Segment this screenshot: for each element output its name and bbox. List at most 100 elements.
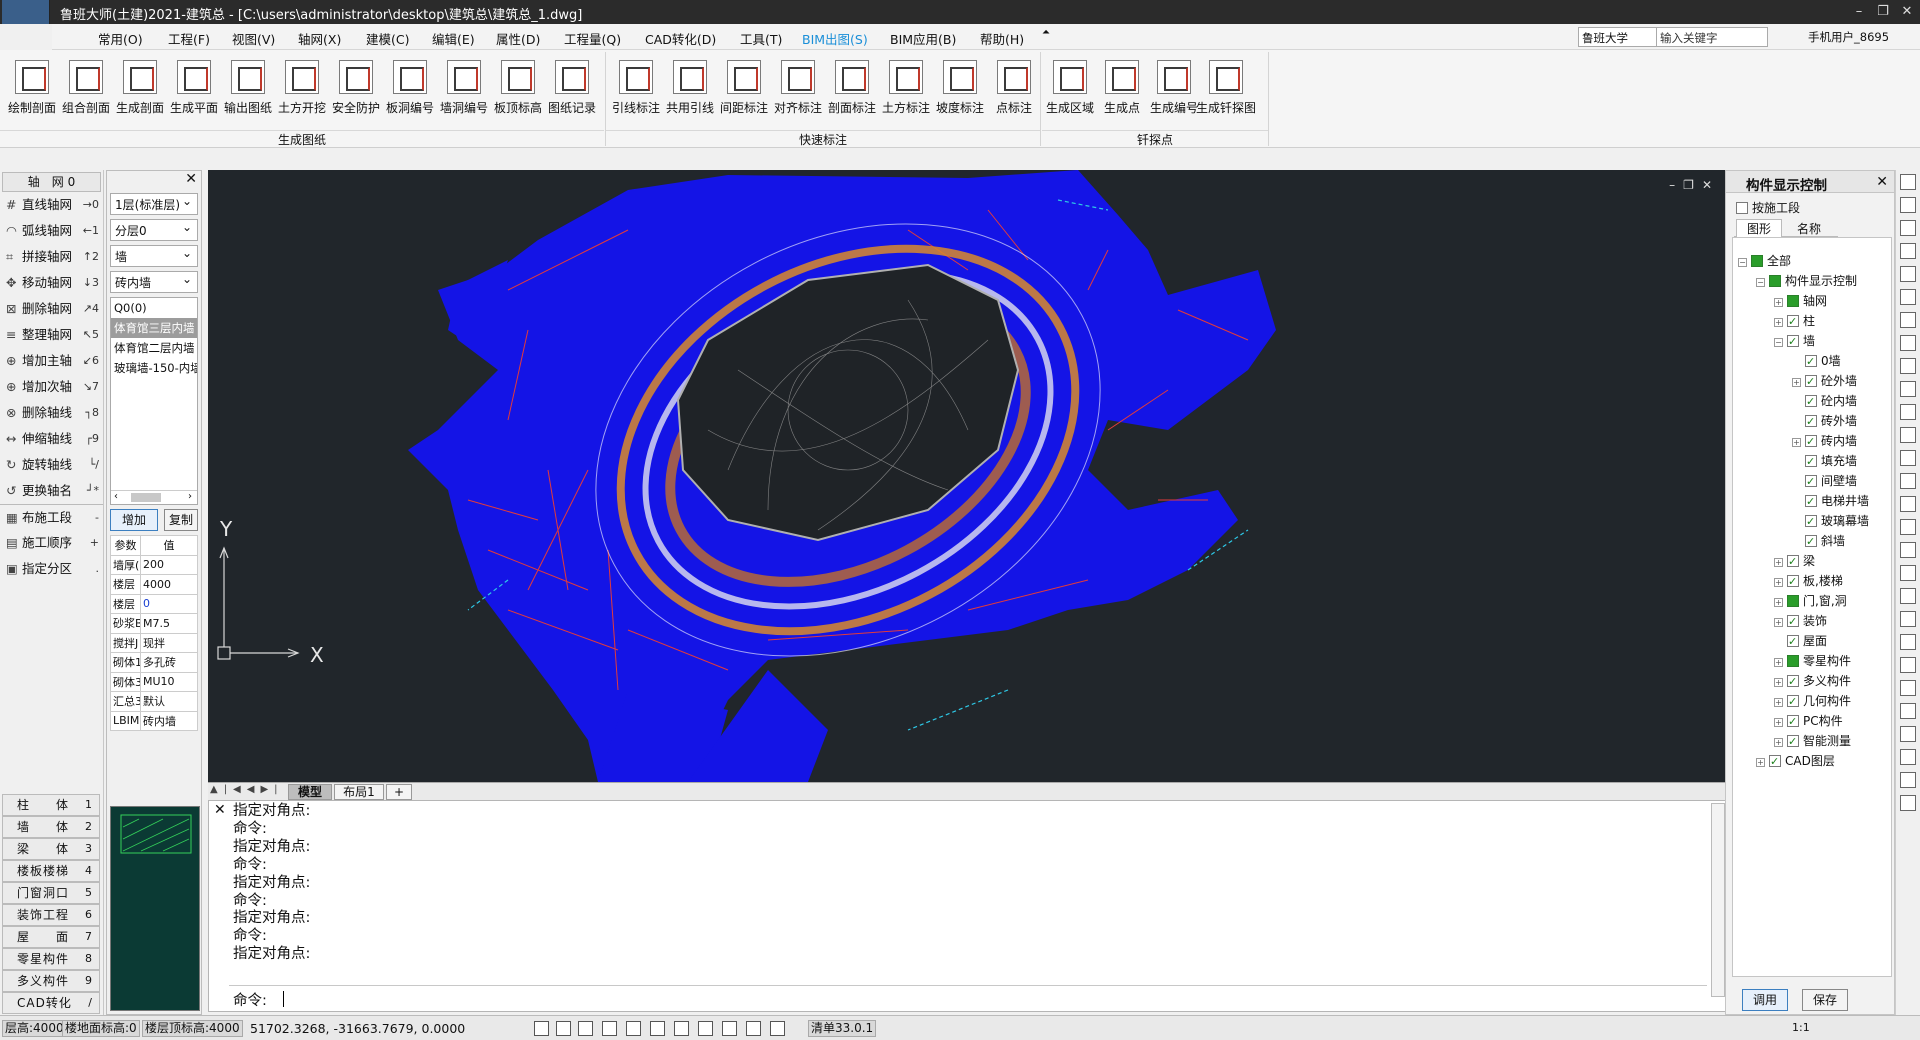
axis-tool-item[interactable]: ▤ 施工顺序 + bbox=[0, 530, 103, 556]
tab-model[interactable]: 模型 bbox=[288, 784, 332, 800]
viewport-close-icon[interactable]: ✕ bbox=[1702, 178, 1720, 192]
menu-item-3[interactable]: 轴网(X) bbox=[298, 29, 341, 48]
axis-panel-header[interactable]: 轴 网 0 bbox=[2, 172, 101, 192]
menu-item-4[interactable]: 建模(C) bbox=[366, 29, 409, 48]
expand-icon[interactable]: + bbox=[1792, 378, 1801, 387]
expand-icon[interactable]: + bbox=[1774, 678, 1783, 687]
by-section-checkbox[interactable]: 按施工段 bbox=[1736, 199, 1800, 216]
category-item[interactable]: 多义构件 9 bbox=[2, 970, 100, 992]
side-tool-icon[interactable] bbox=[1900, 749, 1916, 765]
collapse-icon[interactable]: − bbox=[1738, 258, 1747, 267]
axis-tool-item[interactable]: ▣ 指定分区. bbox=[0, 556, 103, 582]
tree-node[interactable]: 0墙 bbox=[1738, 351, 1894, 372]
axis-tool-item[interactable]: ⌗ 拼接轴网 ↑2 bbox=[0, 244, 103, 270]
param-value[interactable]: 200 bbox=[140, 554, 198, 575]
tree-checkbox[interactable] bbox=[1787, 612, 1799, 632]
tree-checkbox[interactable] bbox=[1805, 532, 1817, 552]
tree-checkbox[interactable] bbox=[1805, 432, 1817, 452]
expand-icon[interactable]: + bbox=[1774, 618, 1783, 627]
tree-checkbox[interactable] bbox=[1787, 572, 1799, 592]
expand-icon[interactable]: + bbox=[1774, 598, 1783, 607]
tree-checkbox[interactable] bbox=[1805, 412, 1817, 432]
tree-checkbox[interactable] bbox=[1805, 512, 1817, 532]
param-row[interactable]: LBIM 砖内墙 bbox=[110, 710, 198, 731]
subtype-select[interactable]: 砖内墙 bbox=[110, 271, 198, 293]
tree-node[interactable]: 间壁墙 bbox=[1738, 471, 1894, 492]
category-item[interactable]: 楼板楼梯 4 bbox=[2, 860, 100, 882]
tree-node[interactable]: + 几何构件 bbox=[1738, 691, 1894, 712]
param-row[interactable]: 砂浆B M7.5 bbox=[110, 613, 198, 634]
expand-icon[interactable]: + bbox=[1774, 298, 1783, 307]
param-row[interactable]: 墙厚(200 bbox=[110, 554, 198, 575]
side-tool-icon[interactable] bbox=[1900, 496, 1916, 512]
param-row[interactable]: 楼层 4000 bbox=[110, 574, 198, 595]
expand-icon[interactable] bbox=[1792, 356, 1801, 365]
type-select[interactable]: 墙 bbox=[110, 245, 198, 267]
tree-node[interactable]: + 板,楼梯 bbox=[1738, 571, 1894, 592]
status-toggle-icon[interactable] bbox=[602, 1021, 617, 1036]
user-account[interactable]: 手机用户_8695 bbox=[1808, 29, 1889, 45]
tab-nav-arrows[interactable]: ▲|◀◀▶| bbox=[210, 784, 284, 795]
category-item[interactable]: 装饰工程 6 bbox=[2, 904, 100, 926]
axis-tool-item[interactable]: ⊕ 增加主轴 ↙6 bbox=[0, 348, 103, 374]
restore-button[interactable]: ❐ bbox=[1870, 2, 1896, 22]
add-button[interactable]: 增加 bbox=[110, 509, 158, 531]
status-toggle-icon[interactable] bbox=[746, 1021, 761, 1036]
scroll-right-icon[interactable]: › bbox=[188, 491, 192, 503]
tab-name[interactable]: 名称 bbox=[1786, 220, 1832, 237]
status-toggle-icon[interactable] bbox=[722, 1021, 737, 1036]
param-value[interactable]: 默认 bbox=[140, 691, 198, 712]
side-tool-icon[interactable] bbox=[1900, 703, 1916, 719]
menu-item-11[interactable]: BIM应用(B) bbox=[890, 29, 956, 48]
menu-item-2[interactable]: 视图(V) bbox=[232, 29, 275, 48]
viewport-restore-icon[interactable]: ❐ bbox=[1683, 178, 1702, 192]
side-tool-icon[interactable] bbox=[1900, 358, 1916, 374]
app-logo-icon[interactable] bbox=[2, 0, 50, 24]
status-toggle-icon[interactable] bbox=[556, 1021, 571, 1036]
menu-item-6[interactable]: 属性(D) bbox=[496, 29, 540, 48]
expand-icon[interactable]: + bbox=[1774, 578, 1783, 587]
tree-checkbox[interactable] bbox=[1787, 692, 1799, 712]
tree-node[interactable]: 砼内墙 bbox=[1738, 391, 1894, 412]
component-list-item[interactable]: 体育馆三层内墙 bbox=[111, 318, 197, 338]
ribbon-button-10[interactable]: 图纸记录 bbox=[544, 60, 600, 120]
status-floor-top[interactable]: 楼层顶标高:4000 bbox=[142, 1020, 243, 1037]
expand-icon[interactable]: + bbox=[1774, 558, 1783, 567]
tree-node[interactable]: + 多义构件 bbox=[1738, 671, 1894, 692]
command-scrollbar[interactable] bbox=[1711, 803, 1725, 997]
side-tool-icon[interactable] bbox=[1900, 542, 1916, 558]
status-toggle-icon[interactable] bbox=[626, 1021, 641, 1036]
tree-checkbox[interactable] bbox=[1787, 712, 1799, 732]
tree-checkbox[interactable] bbox=[1805, 392, 1817, 412]
axis-tool-item[interactable]: ≡ 整理轴网 ↖5 bbox=[0, 322, 103, 348]
tree-checkbox[interactable] bbox=[1787, 655, 1799, 667]
side-tool-icon[interactable] bbox=[1900, 266, 1916, 282]
expand-icon[interactable]: + bbox=[1774, 318, 1783, 327]
side-tool-icon[interactable] bbox=[1900, 289, 1916, 305]
collapse-icon[interactable]: − bbox=[1774, 338, 1783, 347]
ribbon-collapse-icon[interactable]: ⏶ bbox=[1042, 27, 1050, 38]
tree-checkbox[interactable] bbox=[1805, 452, 1817, 472]
close-panel-icon[interactable]: ✕ bbox=[1876, 174, 1888, 190]
tree-node[interactable]: −墙 bbox=[1738, 331, 1894, 352]
side-tool-icon[interactable] bbox=[1900, 772, 1916, 788]
expand-icon[interactable] bbox=[1792, 516, 1801, 525]
status-list-version[interactable]: 清单33.0.1 bbox=[808, 1020, 877, 1037]
param-value[interactable]: 砖内墙 bbox=[140, 710, 198, 731]
scroll-thumb[interactable] bbox=[131, 493, 161, 502]
category-item[interactable]: 屋 面 7 bbox=[2, 926, 100, 948]
category-item[interactable]: CAD转化 / bbox=[2, 992, 100, 1014]
menu-item-1[interactable]: 工程(F) bbox=[168, 29, 210, 48]
tree-checkbox[interactable] bbox=[1805, 352, 1817, 372]
apply-button[interactable]: 调用 bbox=[1742, 989, 1788, 1011]
param-value[interactable]: 4000 bbox=[140, 574, 198, 595]
axis-tool-item[interactable]: ▦ 布施工段 - bbox=[0, 504, 103, 530]
category-item[interactable]: 柱 体 1 bbox=[2, 794, 100, 816]
tree-node[interactable]: 电梯井墙 bbox=[1738, 491, 1894, 512]
search-box[interactable]: 鲁班大学 输入关键字 bbox=[1578, 27, 1768, 47]
tree-node[interactable]: + PC构件 bbox=[1738, 711, 1894, 732]
tab-add[interactable]: + bbox=[386, 784, 412, 800]
search-scope-select[interactable]: 鲁班大学 bbox=[1579, 28, 1657, 46]
viewport-minimize-icon[interactable]: – bbox=[1669, 178, 1683, 192]
tree-checkbox[interactable] bbox=[1787, 595, 1799, 607]
